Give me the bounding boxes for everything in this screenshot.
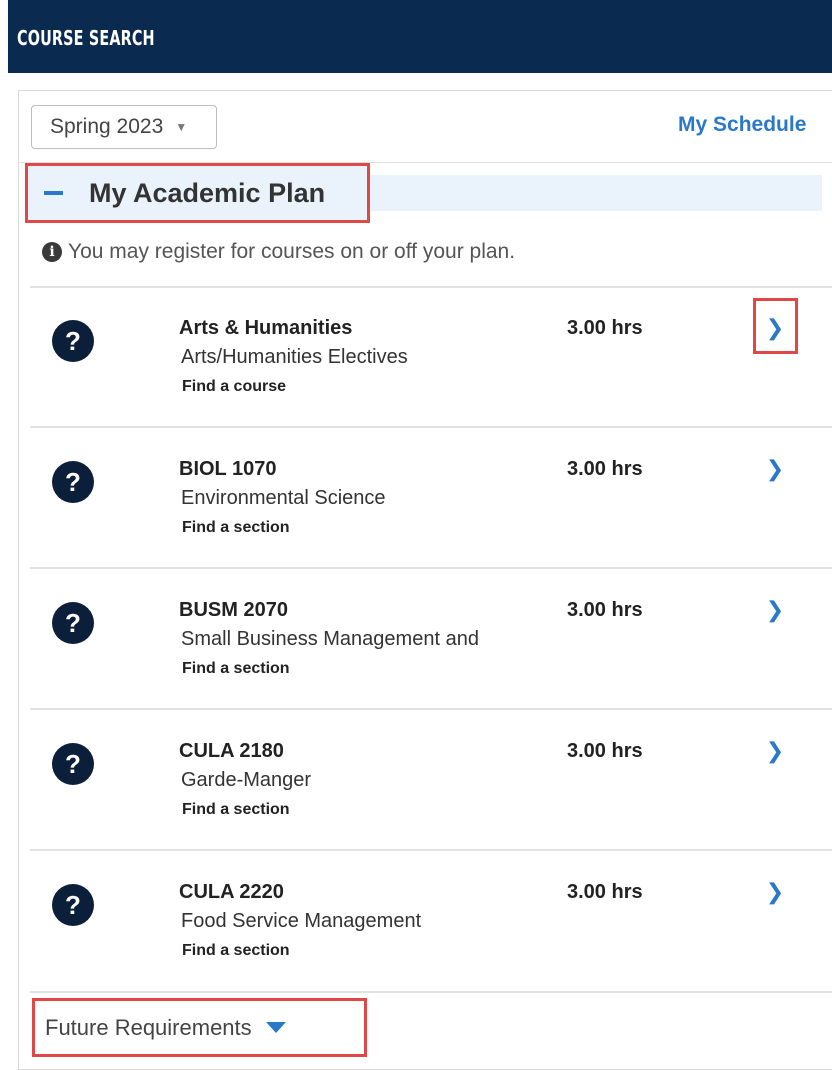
course-description: Small Business Management and: [181, 628, 479, 650]
question-icon: ?: [52, 743, 94, 785]
section-title: My Academic Plan: [89, 177, 326, 208]
chevron-right-icon[interactable]: ❯: [763, 738, 787, 764]
course-description: Environmental Science: [181, 487, 386, 509]
caret-down-icon: [265, 1022, 286, 1033]
my-schedule-link[interactable]: My Schedule: [678, 113, 806, 137]
course-title: BUSM 2070: [179, 599, 288, 621]
course-row: ? Arts & Humanities Arts/Humanities Elec…: [30, 290, 832, 430]
find-section-link[interactable]: Find a section: [182, 942, 290, 960]
course-hours: 3.00 hrs: [567, 458, 643, 480]
divider: [30, 286, 832, 288]
course-description: Food Service Management: [181, 910, 422, 932]
info-text: You may register for courses on or off y…: [68, 240, 516, 263]
future-requirements-toggle[interactable]: Future Requirements: [32, 998, 367, 1057]
chevron-right-icon[interactable]: ❯: [763, 456, 787, 482]
info-message: i You may register for courses on or off…: [42, 240, 515, 264]
future-requirements-label: Future Requirements: [45, 1014, 252, 1040]
info-icon: i: [42, 242, 62, 262]
question-icon: ?: [52, 884, 94, 926]
divider: [30, 708, 832, 710]
divider: [30, 426, 832, 428]
find-section-link[interactable]: Find a section: [182, 801, 290, 819]
question-icon: ?: [52, 320, 94, 362]
app-header: COURSE SEARCH: [8, 0, 832, 73]
chevron-down-icon: ▼: [175, 120, 188, 134]
course-title: Arts & Humanities: [179, 317, 353, 339]
course-row: ? BUSM 2070 Small Business Management an…: [30, 572, 832, 712]
divider: [30, 849, 832, 851]
course-description: Arts/Humanities Electives: [181, 346, 408, 368]
academic-plan-toggle[interactable]: My Academic Plan: [25, 163, 370, 223]
course-hours: 3.00 hrs: [567, 599, 643, 621]
course-title: CULA 2180: [179, 740, 284, 762]
course-description: Garde-Manger: [181, 769, 312, 791]
course-row: ? CULA 2180 Garde-Manger Find a section …: [30, 713, 832, 853]
question-icon: ?: [52, 461, 94, 503]
course-row: ? CULA 2220 Food Service Management Find…: [30, 854, 832, 994]
find-section-link[interactable]: Find a section: [182, 660, 290, 678]
divider: [30, 991, 832, 993]
chevron-right-icon[interactable]: ❯: [763, 315, 787, 341]
course-row: ? BIOL 1070 Environmental Science Find a…: [30, 431, 832, 571]
course-hours: 3.00 hrs: [567, 317, 643, 339]
term-select[interactable]: Spring 2023 ▼: [31, 105, 217, 149]
course-hours: 3.00 hrs: [567, 740, 643, 762]
course-title: CULA 2220: [179, 881, 284, 903]
question-icon: ?: [52, 602, 94, 644]
page-title: COURSE SEARCH: [17, 26, 155, 50]
chevron-right-icon[interactable]: ❯: [763, 879, 787, 905]
course-hours: 3.00 hrs: [567, 881, 643, 903]
find-course-link[interactable]: Find a course: [182, 378, 286, 396]
chevron-right-icon[interactable]: ❯: [763, 597, 787, 623]
minus-icon: [44, 191, 63, 195]
find-section-link[interactable]: Find a section: [182, 519, 290, 537]
divider: [30, 567, 832, 569]
plan-header-strip: [365, 175, 822, 211]
course-title: BIOL 1070: [179, 458, 277, 480]
term-select-value: Spring 2023: [50, 115, 164, 138]
